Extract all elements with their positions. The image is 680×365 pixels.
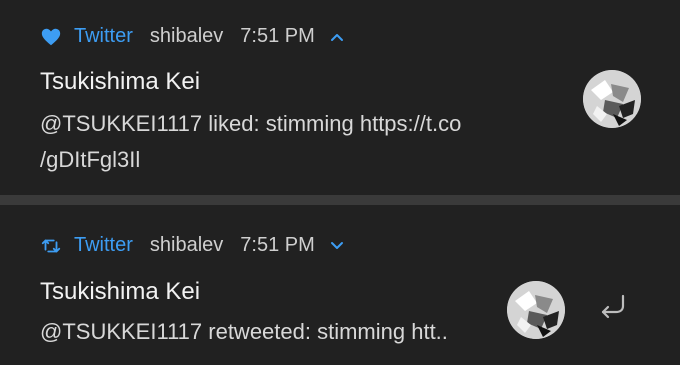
heart-icon (40, 26, 62, 48)
notification-title: Tsukishima Kei (40, 68, 201, 95)
notification-header: Twitter shibalev 7:51 PM (40, 25, 345, 48)
avatar (507, 281, 565, 339)
app-name: Twitter (74, 25, 133, 47)
app-name: Twitter (74, 234, 133, 256)
account-name: shibalev (149, 234, 224, 256)
avatar (583, 70, 641, 128)
reply-icon[interactable] (597, 292, 629, 322)
divider (0, 195, 680, 205)
chevron-up-icon[interactable] (329, 29, 345, 45)
chevron-down-icon[interactable] (329, 238, 345, 254)
account-name: shibalev (149, 25, 224, 47)
notification-text: @TSUKKEI1117 liked: stimming https://t.c… (40, 111, 462, 172)
timestamp: 7:51 PM (240, 25, 315, 47)
notification-header: Twitter shibalev 7:51 PM (40, 234, 345, 257)
timestamp: 7:51 PM (240, 234, 315, 256)
notification-title: Tsukishima Kei (40, 278, 201, 305)
notification-text: @TSUKKEI1117 retweeted: stimming htt.. (40, 319, 448, 344)
retweet-icon (40, 235, 62, 257)
